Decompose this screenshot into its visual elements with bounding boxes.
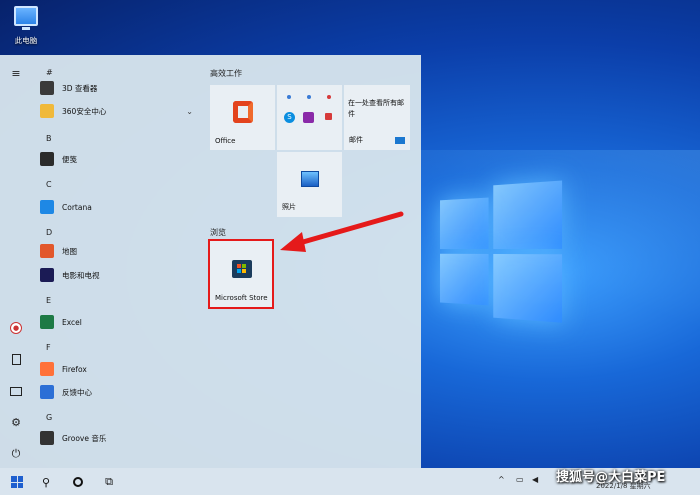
app-list-item[interactable]: 便笺 xyxy=(34,148,199,170)
letter-header-label: C xyxy=(46,179,52,189)
app-list-item-label: Excel xyxy=(62,317,82,327)
letter-header-label: # xyxy=(46,67,53,77)
watermark-text: 搜狐号@大白菜PE xyxy=(556,470,666,485)
app-list-item-label: Groove 音乐 xyxy=(62,433,107,443)
settings-icon[interactable]: ⚙ xyxy=(8,414,24,430)
maps-icon xyxy=(40,244,54,258)
letter-header-label: D xyxy=(46,227,53,237)
app-list-item-label: Firefox xyxy=(62,364,87,374)
letter-header-label: G xyxy=(46,412,53,422)
pictures-icon[interactable] xyxy=(8,383,24,399)
tray-chevron-icon[interactable]: ^ xyxy=(498,475,505,484)
app-small-icon xyxy=(325,113,332,120)
app-list-letter-header[interactable]: F xyxy=(34,336,199,358)
folder-icon xyxy=(40,104,54,118)
app-list-item-label: 地图 xyxy=(62,246,77,256)
chevron-down-icon[interactable]: ⌄ xyxy=(186,107,193,116)
app-list-item[interactable]: Groove 音乐 xyxy=(34,427,199,449)
groove-music-icon xyxy=(40,431,54,445)
app-list-item[interactable]: Firefox xyxy=(34,358,199,380)
annotation-arrow-icon xyxy=(280,211,404,252)
app-list-item-label: Cortana xyxy=(62,202,92,212)
app-list-letter-header[interactable]: B xyxy=(34,127,199,149)
cortana-circle-icon[interactable] xyxy=(70,474,86,490)
windows-start-icon[interactable] xyxy=(9,474,25,490)
office-icon xyxy=(232,101,253,124)
app-folder-tile[interactable]: S xyxy=(277,85,342,150)
app-list-item[interactable]: 地图 xyxy=(34,240,199,262)
microsoft-store-tile-label: Microsoft Store xyxy=(215,294,268,302)
this-pc-label: 此电脑 xyxy=(14,36,38,45)
photos-tile[interactable]: 照片 xyxy=(277,152,342,217)
office-tile-label: Office xyxy=(215,137,236,145)
app-list-item[interactable]: 电影和电视 xyxy=(34,264,199,286)
group-title-browse: 浏览 xyxy=(210,228,226,237)
sticky-notes-icon xyxy=(40,152,54,166)
hamburger-icon[interactable]: ≡ xyxy=(8,65,24,81)
mail-tile[interactable]: 在一处查看所有邮件 邮件 xyxy=(344,85,410,150)
app-list-item[interactable]: 反馈中心 xyxy=(34,381,199,403)
power-icon[interactable]: ⏻ xyxy=(8,446,24,462)
3d-viewer-icon xyxy=(40,81,54,95)
letter-header-label: E xyxy=(46,295,52,305)
mail-icon xyxy=(395,137,405,144)
movies-tv-icon xyxy=(40,268,54,282)
start-menu: ≡ ● ⚙ ⏻ #3D 查看器 360安全中心 ⌄ B 便笺 C Cortana D 地图电影和… xyxy=(0,55,421,468)
search-icon[interactable]: ⚲ xyxy=(38,474,54,490)
app-list-letter-header[interactable]: E xyxy=(34,289,199,311)
volume-icon[interactable]: ◀ xyxy=(532,475,538,484)
app-list-item[interactable]: Cortana xyxy=(34,196,199,218)
feedback-hub-icon xyxy=(40,385,54,399)
app-list-item-label: 便笺 xyxy=(62,154,77,164)
this-pc-desktop-icon[interactable]: 此电脑 xyxy=(6,6,46,52)
computer-icon xyxy=(14,6,38,30)
microsoft-store-tile[interactable]: Microsoft Store xyxy=(210,241,273,307)
network-icon[interactable]: ▭ xyxy=(516,475,524,484)
group-title-productivity: 高效工作 xyxy=(210,69,242,78)
mail-tile-label: 邮件 xyxy=(349,136,363,144)
windows-logo-wallpaper xyxy=(440,180,564,323)
app-list-item-label: 3D 查看器 xyxy=(62,83,98,93)
excel-icon xyxy=(40,315,54,329)
app-list-letter-header[interactable]: G xyxy=(34,406,199,428)
app-list-item-label: 360安全中心 xyxy=(62,106,107,116)
letter-header-label: F xyxy=(46,342,51,352)
app-list-item[interactable]: 360安全中心 ⌄ xyxy=(34,100,199,122)
app-list-item-label: 反馈中心 xyxy=(62,387,92,397)
onenote-icon xyxy=(303,112,314,123)
app-list-item-label: 电影和电视 xyxy=(62,270,100,280)
start-rail: ≡ ● ⚙ ⏻ xyxy=(0,55,32,468)
user-icon[interactable]: ● xyxy=(8,320,24,336)
app-list-letter-header[interactable]: C xyxy=(34,173,199,195)
letter-header-label: B xyxy=(46,133,52,143)
cortana-icon xyxy=(40,200,54,214)
app-list-item[interactable]: Excel xyxy=(34,311,199,333)
skype-icon: S xyxy=(284,112,295,123)
task-view-icon[interactable]: ⧉ xyxy=(101,474,117,490)
mail-tile-text: 在一处查看所有邮件 xyxy=(348,99,404,118)
app-list-item[interactable]: 3D 查看器 xyxy=(34,77,199,99)
firefox-icon xyxy=(40,362,54,376)
photos-icon xyxy=(300,171,319,188)
office-tile[interactable]: Office xyxy=(210,85,275,150)
microsoft-store-icon xyxy=(231,259,252,278)
document-icon[interactable] xyxy=(8,351,24,367)
